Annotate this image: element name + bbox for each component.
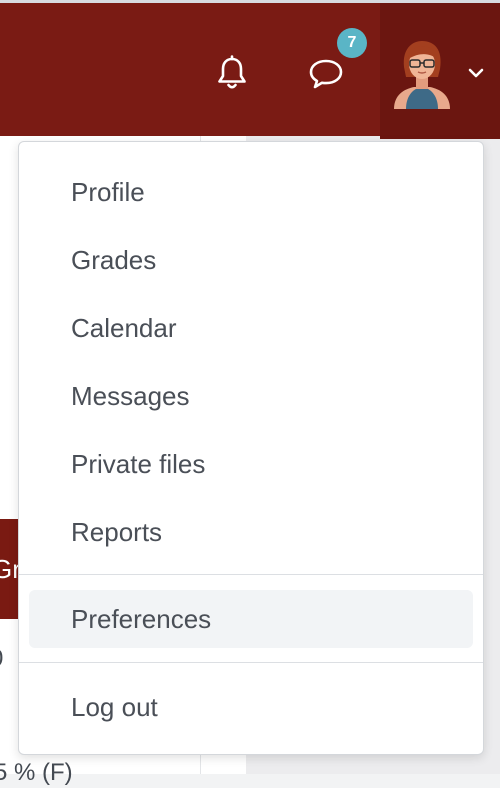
menu-divider bbox=[19, 662, 483, 663]
menu-item-logout[interactable]: Log out bbox=[29, 678, 473, 736]
menu-item-reports[interactable]: Reports bbox=[29, 503, 473, 561]
table-cell-bottom: 5 % (F) bbox=[0, 759, 73, 786]
menu-divider bbox=[19, 574, 483, 575]
chevron-down-icon bbox=[468, 68, 484, 78]
menu-item-profile[interactable]: Profile bbox=[29, 163, 473, 221]
menu-item-calendar[interactable]: Calendar bbox=[29, 299, 473, 357]
menu-item-private-files[interactable]: Private files bbox=[29, 435, 473, 493]
top-navbar: 7 bbox=[0, 0, 500, 139]
menu-item-grades[interactable]: Grades bbox=[29, 231, 473, 289]
user-menu-dropdown: Profile Grades Calendar Messages Private… bbox=[18, 141, 484, 755]
avatar bbox=[394, 41, 450, 109]
bell-icon bbox=[218, 55, 246, 89]
menu-item-preferences[interactable]: Preferences bbox=[29, 590, 473, 648]
speech-bubble-icon bbox=[309, 59, 343, 89]
messages-count-badge: 7 bbox=[337, 28, 367, 58]
notifications-button[interactable] bbox=[210, 51, 254, 95]
messages-button[interactable] bbox=[304, 51, 348, 95]
menu-item-messages[interactable]: Messages bbox=[29, 367, 473, 425]
user-menu-toggle[interactable] bbox=[380, 3, 500, 139]
